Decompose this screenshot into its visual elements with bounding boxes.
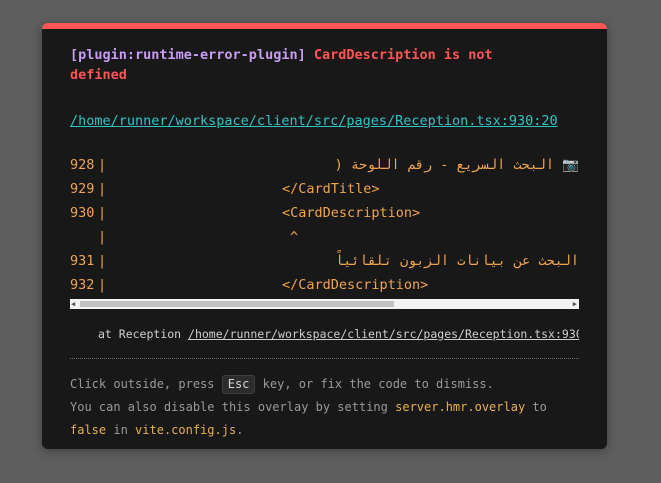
setting-value: false [70,423,107,437]
code-text: </CardTitle> [282,181,380,197]
tip-text: to [532,400,547,414]
error-overlay-window: [plugin:runtime-error-plugin] CardDescri… [42,23,607,449]
code-line: 932 | </CardDescription> [70,273,579,297]
code-text: البحث عن بيانات الزبون تلقائياً [335,253,579,269]
tip-text: key, or fix the code to dismiss. [262,377,494,391]
tip-text: Click outside, press [70,377,215,391]
code-text: <CardDescription> [282,205,421,221]
divider [70,358,579,359]
esc-key-badge: Esc [221,375,256,394]
dismiss-tip: Click outside, press Esc key, or fix the… [70,373,579,442]
config-file-name: vite.config.js [135,423,237,437]
scroll-right-icon[interactable]: ▶ [573,300,577,308]
file-link[interactable]: /home/runner/workspace/client/src/pages/… [70,109,570,133]
setting-name: server.hmr.overlay [395,400,526,414]
code-line: | ^ [70,225,579,249]
tip-text: . [236,423,244,437]
scroll-left-icon[interactable]: ◀ [71,300,75,308]
tip-text: You can also disable this overlay by set… [70,400,388,414]
line-separator: | [98,229,107,245]
stack-file-link[interactable]: /home/runner/workspace/client/src/pages/… [188,327,579,341]
code-line: 928 | 📷 البحث السريع - رقم اللوحة ( [70,153,579,177]
line-separator: | [98,277,107,293]
code-text: </CardDescription> [282,277,429,293]
code-line: 929 | </CardTitle> [70,177,579,201]
code-line: 931 | البحث عن بيانات الزبون تلقائياً [70,249,579,273]
line-separator: | [98,253,107,269]
plugin-tag: [plugin:runtime-error-plugin] [70,47,306,63]
code-frame: 928 | 📷 البحث السريع - رقم اللوحة ( 929 … [70,153,579,297]
stack-trace: at Reception /home/runner/workspace/clie… [98,326,579,342]
error-caret: ^ [290,229,299,245]
horizontal-scrollbar[interactable]: ◀ ▶ [70,299,579,309]
line-separator: | [98,205,107,221]
line-separator: | [98,157,107,173]
error-message: [plugin:runtime-error-plugin] CardDescri… [70,45,550,85]
code-line: 930 | <CardDescription> [70,201,579,225]
line-separator: | [98,181,107,197]
tip-text: in [113,423,128,437]
code-text: 📷 البحث السريع - رقم اللوحة ( [334,157,579,173]
stack-prefix: at Reception [98,327,182,341]
scroll-thumb[interactable] [80,301,394,307]
